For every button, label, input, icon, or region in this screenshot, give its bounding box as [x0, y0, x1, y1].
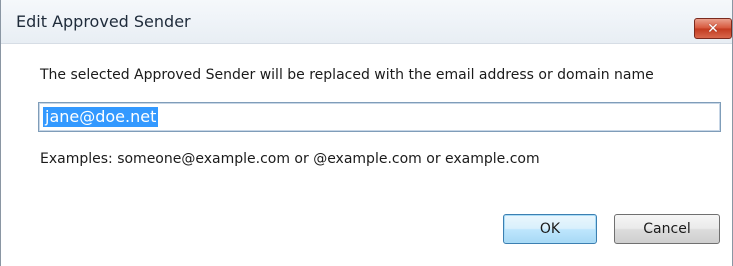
cancel-button[interactable]: Cancel: [614, 214, 720, 244]
sender-address-input[interactable]: jane@doe.net: [38, 102, 721, 132]
ok-button[interactable]: OK: [503, 214, 597, 244]
instruction-text: The selected Approved Sender will be rep…: [40, 67, 654, 83]
close-icon: ✕: [707, 20, 719, 37]
close-button[interactable]: ✕: [694, 18, 732, 39]
edit-approved-sender-dialog: Edit Approved Sender ✕ The selected Appr…: [0, 0, 733, 266]
examples-text: Examples: someone@example.com or @exampl…: [40, 151, 540, 167]
selected-input-text[interactable]: jane@doe.net: [43, 107, 159, 127]
window-title: Edit Approved Sender: [16, 12, 191, 31]
title-bar[interactable]: Edit Approved Sender ✕: [1, 0, 732, 44]
